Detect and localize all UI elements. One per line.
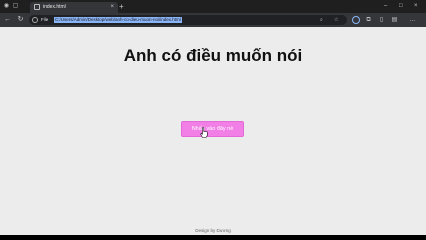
address-bar[interactable]: File C:/Users/Admin/Desktop/web/anh-co-d… <box>29 15 347 25</box>
url-scheme-label: File <box>41 17 49 22</box>
zoom-icon[interactable]: ⌕ <box>320 15 323 25</box>
document-icon <box>34 4 40 10</box>
close-window-button[interactable]: × <box>414 1 418 11</box>
minimize-button[interactable]: – <box>384 1 387 11</box>
click-here-button[interactable]: Nhấn vào đây nè <box>181 121 244 137</box>
profile-icon[interactable]: ◉ <box>3 3 10 10</box>
browser-window: ◉ ▢ index.html × + – □ × ← ↻ File C:/Use… <box>0 0 426 240</box>
collections-icon[interactable]: ▤ <box>390 15 399 25</box>
page-heading: Anh có điều muốn nói <box>123 46 303 65</box>
more-menu-icon[interactable]: … <box>408 15 417 25</box>
page-viewport: Anh có điều muốn nói Nhấn vào đây nè Des… <box>0 27 426 235</box>
url-input[interactable]: C:/Users/Admin/Desktop/web/anh-co-dieu-m… <box>54 17 182 23</box>
bottom-edge <box>0 235 426 240</box>
page-footer: Design by Dương <box>195 228 231 233</box>
tab-close-icon[interactable]: × <box>110 3 114 12</box>
tab-index[interactable]: index.html × <box>30 2 118 13</box>
workspaces-icon[interactable]: ▢ <box>12 3 19 10</box>
tab-title: index.html <box>43 4 66 10</box>
tab-strip: ◉ ▢ index.html × + – □ × <box>0 0 426 13</box>
new-tab-button[interactable]: + <box>119 2 124 11</box>
maximize-button[interactable]: □ <box>399 1 403 11</box>
back-button[interactable]: ← <box>3 15 12 25</box>
split-screen-icon[interactable]: ▯ <box>377 15 386 25</box>
extensions-icon[interactable]: ⧉ <box>364 15 373 25</box>
browser-toolbar: ← ↻ File C:/Users/Admin/Desktop/web/anh-… <box>0 13 426 27</box>
profile-avatar[interactable] <box>352 16 360 24</box>
favorite-star-icon[interactable]: ☆ <box>334 15 338 25</box>
site-info-icon[interactable] <box>32 17 38 23</box>
hand-cursor-icon <box>200 127 208 138</box>
reload-button[interactable]: ↻ <box>16 15 25 25</box>
